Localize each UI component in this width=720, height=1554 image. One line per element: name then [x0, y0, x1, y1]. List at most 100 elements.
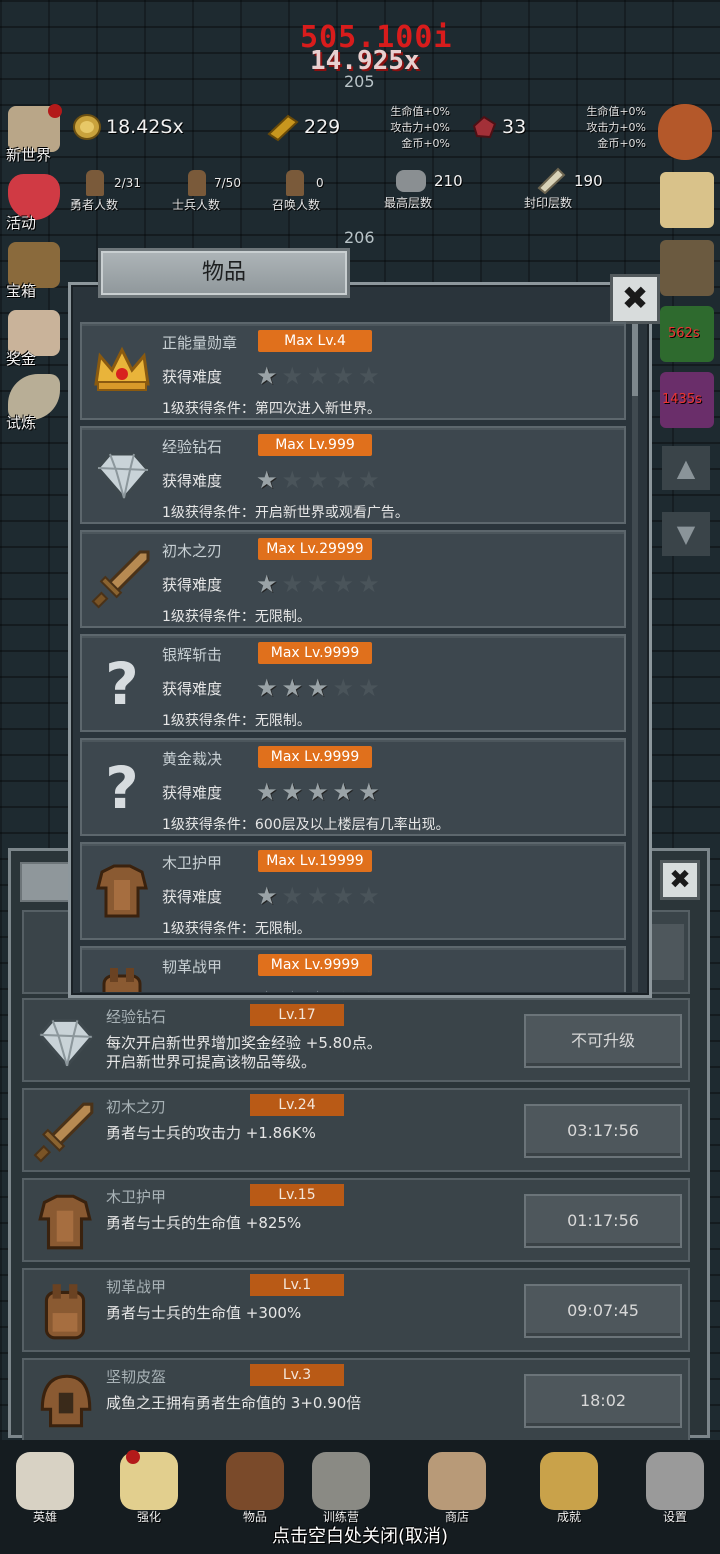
- nav-item-6[interactable]: 设置: [630, 1448, 720, 1532]
- unlock-condition: 1级获得条件：无限制。: [162, 609, 311, 625]
- item-name: 初木之刃: [106, 1098, 167, 1116]
- unlock-condition: 1级获得条件：600层及以上楼层有几率出现。: [162, 817, 450, 833]
- candle-icon[interactable]: [660, 172, 714, 228]
- star-icon: ★: [256, 570, 282, 598]
- gear-icon: [646, 1452, 704, 1510]
- close-button[interactable]: ✖: [610, 274, 660, 324]
- item-card[interactable]: 初木之刃 Max Lv.29999 获得难度 ★★★★★ 1级获得条件：无限制。: [80, 530, 626, 628]
- buff-list-left: 生命值+0% 攻击力+0% 金币+0%: [380, 104, 450, 152]
- item-card[interactable]: 正能量勋章 Max Lv.4 获得难度 ★★★★★ 1级获得条件：第四次进入新世界。: [80, 322, 626, 420]
- item-description: 勇者与士兵的攻击力 +1.86K%: [106, 1124, 316, 1143]
- stat-value: 2/31: [114, 176, 141, 190]
- nav-item-5[interactable]: 成就: [524, 1448, 614, 1532]
- star-icon: ★: [282, 986, 308, 992]
- unknown-icon: ?: [90, 754, 154, 822]
- star-icon: ★: [332, 778, 359, 806]
- star-icon: ★: [332, 362, 359, 390]
- scroll-down-button[interactable]: ▼: [662, 512, 710, 556]
- left-menu-bonus[interactable]: 奖金: [2, 308, 68, 372]
- left-menu-label: 试炼: [6, 414, 37, 432]
- buff-line: 生命值+0%: [586, 105, 646, 118]
- summon-icon: [286, 170, 304, 196]
- left-menu-new-world[interactable]: 新世界: [2, 104, 68, 168]
- star-icon: ★: [281, 570, 308, 598]
- star-icon: ★: [307, 466, 333, 494]
- item-name: 木卫护甲: [162, 854, 223, 872]
- star-icon: ★: [281, 882, 308, 910]
- star-icon: ★: [358, 778, 384, 806]
- description-line: 勇者与士兵的生命值 +825%: [106, 1214, 302, 1232]
- nav-item-1[interactable]: 强化: [104, 1448, 194, 1532]
- scroll-up-button[interactable]: ▲: [662, 446, 710, 490]
- star-icon: ★: [281, 778, 308, 806]
- crown-icon: [90, 338, 154, 402]
- max-level-badge: Max Lv.4: [258, 330, 372, 352]
- stat-value: 210: [434, 172, 463, 190]
- left-menu-label: 新世界: [6, 146, 52, 164]
- close-hint[interactable]: 点击空白处关闭(取消): [0, 1522, 720, 1548]
- modal-scrollbar[interactable]: [632, 324, 638, 992]
- upgrade-button[interactable]: 18:02: [524, 1374, 682, 1428]
- level-badge: Lv.3: [250, 1364, 344, 1386]
- level-badge: Lv.24: [250, 1094, 344, 1116]
- owned-items-tab[interactable]: [20, 862, 70, 902]
- difficulty-stars: ★★★★★: [256, 362, 384, 390]
- modal-title: 物品: [98, 248, 350, 298]
- chest-icon[interactable]: [660, 240, 714, 296]
- difficulty-stars: ★★★★★: [256, 674, 384, 702]
- green-buff-icon[interactable]: 562s: [660, 306, 714, 362]
- difficulty-label: 获得难度: [162, 990, 222, 992]
- item-name: 韧革战甲: [162, 958, 223, 976]
- star-icon: ★: [358, 882, 384, 910]
- left-menu-chest[interactable]: 宝箱: [2, 240, 68, 304]
- lower-close-button[interactable]: ✖: [660, 860, 700, 900]
- owned-item-row: 韧革战甲 Lv.1 勇者与士兵的生命值 +300% 09:07:45: [22, 1268, 690, 1352]
- star-icon: ★: [358, 986, 384, 992]
- scrollbar-thumb[interactable]: [632, 324, 638, 396]
- nav-item-3[interactable]: 训练营: [296, 1448, 386, 1532]
- lantern-icon: [312, 1452, 370, 1510]
- item-card[interactable]: ? 银辉斩击 Max Lv.9999 获得难度 ★★★★★ 1级获得条件：无限制。: [80, 634, 626, 732]
- star-icon: ★: [307, 674, 333, 702]
- bread-icon: [266, 112, 300, 142]
- armor-icon: [90, 858, 154, 922]
- nav-item-2[interactable]: 物品: [210, 1448, 300, 1532]
- purple-buff-icon[interactable]: 1435s: [660, 372, 714, 428]
- key-icon: [540, 1452, 598, 1510]
- item-card[interactable]: ? 黄金裁决 Max Lv.9999 获得难度 ★★★★★ 1级获得条件：600层及以上楼…: [80, 738, 626, 836]
- sword-icon: [90, 546, 154, 610]
- stat-value: 190: [574, 172, 603, 190]
- star-icon: ★: [332, 882, 359, 910]
- unknown-icon: ?: [90, 650, 154, 718]
- item-card[interactable]: 经验钻石 Max Lv.999 获得难度 ★★★★★ 1级获得条件：开启新世界或观看广告…: [80, 426, 626, 524]
- onion-icon[interactable]: [658, 104, 712, 160]
- gem-amount: 33: [502, 116, 527, 138]
- item-name: 经验钻石: [162, 438, 223, 456]
- upgrade-button[interactable]: 09:07:45: [524, 1284, 682, 1338]
- unlock-condition: 1级获得条件：无限制。: [162, 921, 311, 937]
- item-card[interactable]: 木卫护甲 Max Lv.19999 获得难度 ★★★★★ 1级获得条件：无限制。: [80, 842, 626, 940]
- item-description: 咸鱼之王拥有勇者生命值的 3+0.90倍: [106, 1394, 361, 1413]
- buff-line: 生命值+0%: [390, 105, 450, 118]
- left-menu-event[interactable]: 活动: [2, 172, 68, 236]
- item-description: 勇者与士兵的生命值 +300%: [106, 1304, 301, 1323]
- star-icon: ★: [358, 466, 384, 494]
- skull-icon: [16, 1452, 74, 1510]
- star-icon: ★: [281, 466, 308, 494]
- upgrade-button[interactable]: 不可升级: [524, 1014, 682, 1068]
- item-card[interactable]: 韧革战甲Max Lv.9999获得难度★★★★★: [80, 946, 626, 992]
- buff-line: 攻击力+0%: [586, 121, 646, 134]
- scroll-icon: [536, 166, 566, 195]
- nav-item-4[interactable]: 商店: [412, 1448, 502, 1532]
- star-icon: ★: [307, 362, 333, 390]
- sword-icon: [32, 1098, 98, 1164]
- upgrade-button[interactable]: 01:17:56: [524, 1194, 682, 1248]
- item-name: 黄金裁决: [162, 750, 223, 768]
- stat-label: 勇者人数: [70, 198, 119, 212]
- nav-item-0[interactable]: 英雄: [0, 1448, 90, 1532]
- upgrade-button[interactable]: 03:17:56: [524, 1104, 682, 1158]
- items-catalog-list[interactable]: 正能量勋章 Max Lv.4 获得难度 ★★★★★ 1级获得条件：第四次进入新世界。 经验…: [80, 322, 628, 992]
- left-menu-trial[interactable]: 试炼: [2, 372, 68, 436]
- star-icon: ★: [281, 674, 308, 702]
- armor-icon: [32, 1188, 98, 1254]
